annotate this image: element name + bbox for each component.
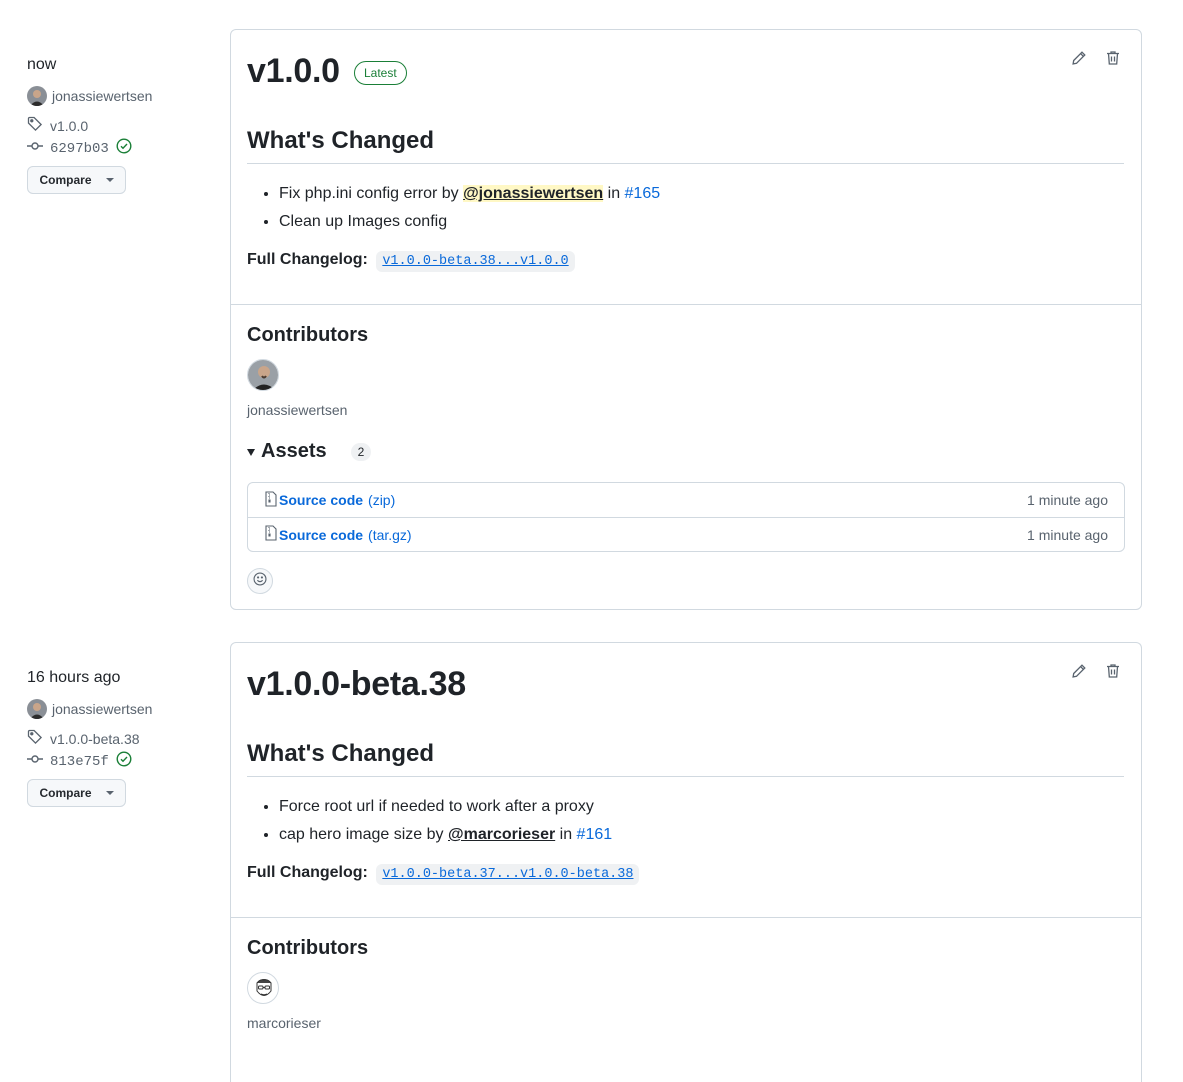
edit-pencil-icon[interactable] [1071, 50, 1087, 66]
asset-name[interactable]: Source code [279, 492, 363, 508]
release-actions [1071, 663, 1121, 679]
assets-count-badge: 2 [350, 442, 372, 461]
asset-time: 1 minute ago [1027, 492, 1108, 508]
changes-list: Fix php.ini config error by @jonassiewer… [247, 180, 660, 236]
asset-link-targz[interactable]: Source code (tar.gz) [265, 525, 412, 544]
list-item: Clean up Images config [279, 208, 660, 236]
asset-row: Source code (zip) 1 minute ago [248, 483, 1124, 517]
asset-ext[interactable]: (tar.gz) [368, 527, 412, 543]
release-commit[interactable]: 813e75f [27, 751, 132, 772]
author-name[interactable]: jonassiewertsen [52, 88, 152, 104]
compare-label: Compare [39, 786, 92, 800]
list-item: Force root url if needed to work after a… [279, 793, 612, 821]
trash-icon[interactable] [1105, 50, 1121, 66]
release-actions [1071, 50, 1121, 66]
whats-changed-heading: What's Changed [247, 740, 1124, 777]
pull-request-link[interactable]: #161 [577, 826, 613, 843]
check-circle-icon[interactable] [116, 138, 132, 159]
compare-label: Compare [39, 173, 92, 187]
release-card: v1.0.0-beta.38 What's Changed Force root… [230, 642, 1142, 1082]
release-card: v1.0.0 Latest What's Changed Fix php.ini… [230, 29, 1142, 610]
check-circle-icon[interactable] [116, 751, 132, 772]
section-divider [231, 917, 1141, 918]
release-tag[interactable]: v1.0.0-beta.38 [27, 729, 140, 748]
edit-pencil-icon[interactable] [1071, 663, 1087, 679]
user-mention-link[interactable]: @marcorieser [448, 826, 555, 843]
commit-sha[interactable]: 6297b03 [50, 141, 109, 157]
section-divider [231, 304, 1141, 305]
asset-name[interactable]: Source code [279, 527, 363, 543]
release-commit[interactable]: 6297b03 [27, 138, 132, 159]
tag-icon [27, 729, 43, 748]
change-in-text: in [555, 826, 577, 843]
tag-label[interactable]: v1.0.0-beta.38 [50, 731, 140, 747]
asset-link-zip[interactable]: Source code (zip) [265, 490, 395, 510]
smiley-icon [253, 571, 267, 591]
release-title[interactable]: v1.0.0 [247, 52, 340, 91]
chevron-down-icon [105, 178, 114, 182]
full-changelog: Full Changelog: v1.0.0-beta.38...v1.0.0 [247, 251, 575, 272]
change-text: Clean up Images config [279, 213, 448, 230]
triangle-down-icon [247, 449, 255, 456]
release-title[interactable]: v1.0.0-beta.38 [247, 665, 466, 704]
release-time: 16 hours ago [27, 669, 121, 686]
contributor-name[interactable]: jonassiewertsen [247, 402, 347, 418]
release-author[interactable]: jonassiewertsen [27, 86, 152, 106]
file-zip-icon [265, 525, 279, 544]
pull-request-link[interactable]: #165 [625, 185, 661, 202]
change-text: Force root url if needed to work after a… [279, 798, 594, 815]
chevron-down-icon [105, 791, 114, 795]
trash-icon[interactable] [1105, 663, 1121, 679]
author-name[interactable]: jonassiewertsen [52, 701, 152, 717]
change-text: cap hero image size by [279, 826, 448, 843]
release-tag[interactable]: v1.0.0 [27, 116, 88, 135]
commit-icon [27, 138, 43, 159]
author-avatar[interactable] [27, 86, 47, 106]
assets-toggle[interactable]: Assets 2 [247, 440, 372, 463]
list-item: cap hero image size by @marcorieser in #… [279, 821, 612, 849]
release-time: now [27, 56, 57, 73]
full-changelog: Full Changelog: v1.0.0-beta.37...v1.0.0-… [247, 864, 640, 885]
commit-icon [27, 751, 43, 772]
tag-label[interactable]: v1.0.0 [50, 118, 88, 134]
contributor-avatar[interactable] [247, 972, 279, 1004]
contributor-name[interactable]: marcorieser [247, 1015, 321, 1031]
contributors-heading: Contributors [247, 324, 369, 346]
add-reaction-button[interactable] [247, 568, 273, 594]
full-changelog-label: Full Changelog: [247, 251, 368, 268]
change-text: Fix php.ini config error by [279, 185, 464, 202]
file-zip-icon [265, 490, 279, 510]
list-item: Fix php.ini config error by @jonassiewer… [279, 180, 660, 208]
full-changelog-link[interactable]: v1.0.0-beta.38...v1.0.0 [376, 251, 575, 272]
whats-changed-heading: What's Changed [247, 127, 1124, 164]
asset-ext[interactable]: (zip) [368, 492, 395, 508]
asset-time: 1 minute ago [1027, 526, 1108, 543]
assets-label: Assets [261, 440, 327, 462]
changes-list: Force root url if needed to work after a… [247, 793, 612, 849]
contributors-heading: Contributors [247, 937, 369, 959]
user-mention-link[interactable]: @jonassiewertsen [463, 185, 604, 202]
asset-row: Source code (tar.gz) 1 minute ago [248, 517, 1124, 551]
tag-icon [27, 116, 43, 135]
compare-button[interactable]: Compare [27, 779, 126, 807]
change-in-text: in [603, 185, 625, 202]
commit-sha[interactable]: 813e75f [50, 754, 109, 770]
latest-badge: Latest [354, 61, 407, 85]
release-author[interactable]: jonassiewertsen [27, 699, 152, 719]
assets-list: Source code (zip) 1 minute ago Source co… [247, 482, 1125, 552]
full-changelog-label: Full Changelog: [247, 864, 368, 881]
author-avatar[interactable] [27, 699, 47, 719]
contributor-avatar[interactable] [247, 359, 279, 391]
compare-button[interactable]: Compare [27, 166, 126, 194]
full-changelog-link[interactable]: v1.0.0-beta.37...v1.0.0-beta.38 [376, 864, 640, 885]
